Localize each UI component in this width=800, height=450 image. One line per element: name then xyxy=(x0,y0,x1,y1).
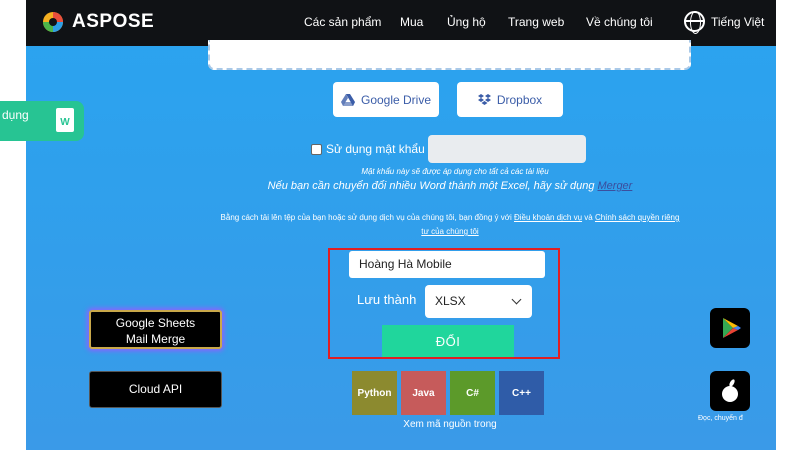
code-caption: Xem mã nguồn trong xyxy=(403,419,497,430)
code-python-button[interactable]: Python xyxy=(352,371,397,415)
language-selector[interactable]: Tiếng Việt xyxy=(684,11,765,34)
google-drive-label: Google Drive xyxy=(360,92,432,107)
brand-logo[interactable]: ASPOSE xyxy=(42,11,154,33)
store-caption: Đọc, chuyển đ xyxy=(698,415,743,422)
aspose-logo-icon xyxy=(43,12,63,32)
nav-website[interactable]: Trang web xyxy=(508,15,564,29)
terms-text: Bằng cách tải lên tệp của bạn hoặc sử dụ… xyxy=(220,211,680,239)
cloud-api-button[interactable]: Cloud API xyxy=(89,371,222,408)
convert-button[interactable]: ĐỔI xyxy=(382,325,514,357)
password-input[interactable] xyxy=(428,135,586,163)
password-note: Mật khẩu này sẽ được áp dụng cho tất cả … xyxy=(361,167,549,176)
file-drop-zone[interactable] xyxy=(208,40,691,70)
google-sheets-mail-merge-button[interactable]: Google Sheets Mail Merge xyxy=(89,310,222,349)
nav-about[interactable]: Về chúng tôi xyxy=(586,15,653,29)
google-play-button[interactable] xyxy=(710,308,750,348)
output-filename-input[interactable]: Hoàng Hà Mobile xyxy=(349,251,545,278)
side-tab-label: dụng xyxy=(2,108,29,122)
google-play-icon xyxy=(723,318,741,338)
code-csharp-button[interactable]: C# xyxy=(450,371,495,415)
language-label: Tiếng Việt xyxy=(711,14,765,29)
code-cpp-button[interactable]: C++ xyxy=(499,371,544,415)
nav-products[interactable]: Các sản phẩm xyxy=(304,15,381,29)
dropbox-button[interactable]: Dropbox xyxy=(457,82,563,117)
side-app-tab[interactable]: dụng W xyxy=(0,101,84,141)
format-select[interactable]: XLSX xyxy=(425,285,532,318)
nav-support[interactable]: Ủng hộ xyxy=(447,15,486,29)
google-drive-icon xyxy=(340,93,355,106)
terms-of-service-link[interactable]: Điều khoản dịch vụ xyxy=(514,213,582,222)
nav-buy[interactable]: Mua xyxy=(400,15,423,29)
google-drive-button[interactable]: Google Drive xyxy=(333,82,439,117)
promo-gs-line1: Google Sheets xyxy=(115,316,196,330)
promo-gs-line2: Mail Merge xyxy=(125,332,186,346)
format-value: XLSX xyxy=(435,294,466,308)
merger-note-text: Nếu bạn cần chuyển đổi nhiều Word thành … xyxy=(267,180,598,192)
brand-name: ASPOSE xyxy=(72,11,155,32)
chevron-down-icon xyxy=(511,294,522,305)
word-doc-icon: W xyxy=(56,108,74,132)
code-java-button[interactable]: Java xyxy=(401,371,446,415)
merger-link[interactable]: Merger xyxy=(598,180,633,192)
dropbox-icon xyxy=(477,93,491,105)
save-as-label: Lưu thành xyxy=(357,292,417,307)
app-store-button[interactable] xyxy=(710,371,750,411)
password-label: Sử dụng mật khẩu xyxy=(326,142,425,156)
password-checkbox[interactable] xyxy=(311,143,322,155)
terms-prefix: Bằng cách tải lên tệp của bạn hoặc sử dụ… xyxy=(220,213,514,222)
globe-icon xyxy=(684,11,705,34)
dropbox-label: Dropbox xyxy=(496,92,543,107)
right-margin xyxy=(776,0,800,450)
terms-mid: và xyxy=(582,213,595,222)
left-margin xyxy=(0,0,26,450)
merger-note: Nếu bạn cần chuyển đổi nhiều Word thành … xyxy=(240,180,660,192)
apple-icon xyxy=(722,379,738,402)
